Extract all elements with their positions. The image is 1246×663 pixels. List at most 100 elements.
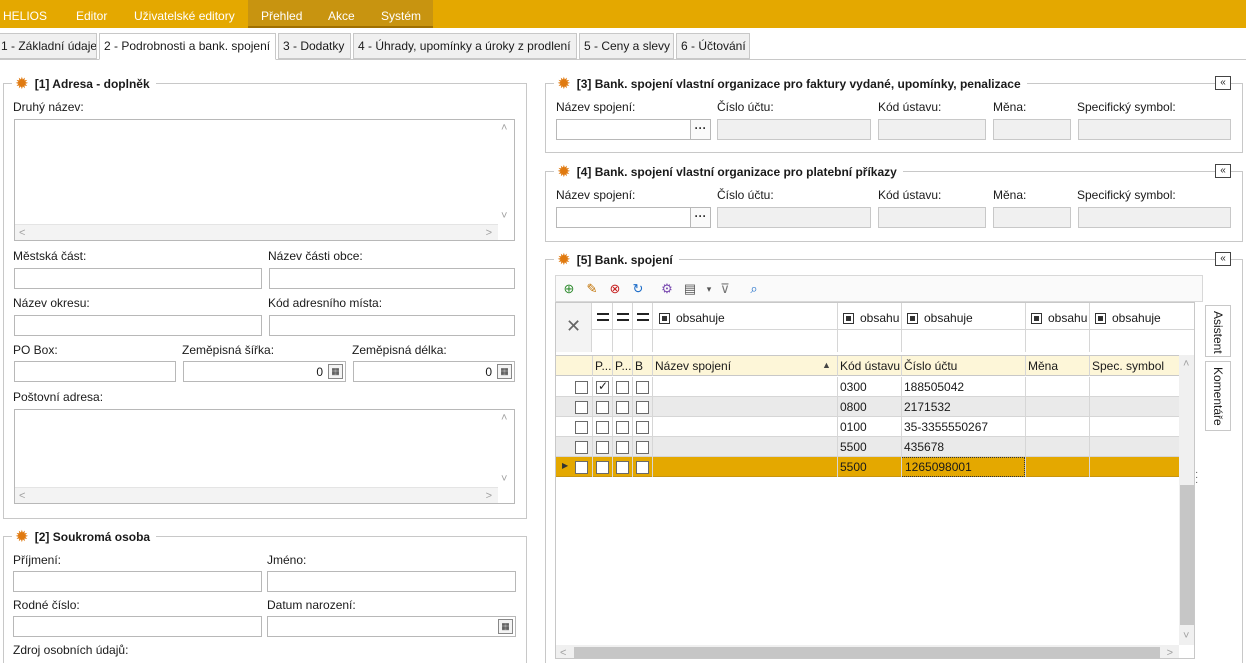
- scroll-thumb[interactable]: [1180, 485, 1194, 625]
- postovni-adresa-memo[interactable]: ˄ ˅ < >: [14, 409, 515, 504]
- row-p2-checkbox[interactable]: [616, 421, 629, 434]
- splitter-grip-icon[interactable]: · · ·: [1195, 468, 1198, 488]
- equals-operator-icon[interactable]: [617, 313, 629, 321]
- row-p2-checkbox[interactable]: [616, 401, 629, 414]
- calculator-icon[interactable]: ▦: [328, 364, 343, 379]
- table-row[interactable]: 0300 188505042: [556, 377, 1180, 397]
- vertical-scrollbar[interactable]: ˄ ˅: [498, 120, 514, 224]
- row-select-checkbox[interactable]: [575, 381, 588, 394]
- grid-vertical-scrollbar[interactable]: ˄ ˅: [1179, 355, 1194, 645]
- menu-akce[interactable]: Akce: [328, 0, 355, 28]
- filter-operator-icon[interactable]: [659, 313, 670, 324]
- prijmeni-input[interactable]: [13, 571, 262, 592]
- filter-nazev-text[interactable]: obsahuje: [673, 308, 833, 328]
- filter-kod-text[interactable]: obsahu: [857, 308, 901, 328]
- tab-podrobnosti[interactable]: 2 - Podrobnosti a bank. spojení: [99, 33, 276, 60]
- mestska-cast-input[interactable]: [14, 268, 262, 289]
- scroll-right-icon[interactable]: >: [486, 490, 492, 502]
- row-b-checkbox[interactable]: [636, 421, 649, 434]
- col-b-header[interactable]: B: [632, 356, 652, 376]
- tab-zakladni-udaje[interactable]: 1 - Základní údaje: [0, 33, 97, 59]
- settings-icon[interactable]: ⚙: [658, 280, 676, 298]
- horizontal-scrollbar[interactable]: < >: [15, 487, 498, 503]
- calculator-icon[interactable]: ▦: [497, 364, 512, 379]
- menu-editor[interactable]: Editor: [76, 0, 107, 28]
- nazev-spojeni-input[interactable]: ···: [556, 207, 711, 228]
- col-mena-header[interactable]: Měna: [1025, 356, 1089, 376]
- row-p2-checkbox[interactable]: [616, 441, 629, 454]
- col-nazev-header[interactable]: Název spojení: [652, 356, 822, 376]
- table-row[interactable]: 0800 2171532: [556, 397, 1180, 417]
- cell-cislo-uctu[interactable]: 1265098001: [901, 457, 1025, 477]
- row-select-checkbox[interactable]: [575, 441, 588, 454]
- nazev-casti-obce-input[interactable]: [269, 268, 515, 289]
- col-p2-header[interactable]: P...: [612, 356, 632, 376]
- table-row[interactable]: 0100 35-3355550267: [556, 417, 1180, 437]
- zemepisna-delka-input[interactable]: 0 ▦: [353, 361, 515, 382]
- druhy-nazev-memo[interactable]: ˄ ˅ < >: [14, 119, 515, 241]
- menu-uzivatelske-editory[interactable]: Uživatelské editory: [134, 0, 235, 28]
- tab-ceny-slevy[interactable]: 5 - Ceny a slevy: [579, 33, 674, 59]
- row-p1-checkbox[interactable]: [596, 401, 609, 414]
- menu-system[interactable]: Systém: [381, 0, 421, 28]
- table-row[interactable]: 5500 435678: [556, 437, 1180, 457]
- clear-filter-cell[interactable]: ✕: [556, 303, 592, 352]
- row-p1-checkbox[interactable]: [596, 379, 609, 394]
- kod-adresniho-mista-input[interactable]: [269, 315, 515, 336]
- filter-spec-text[interactable]: obsahuje: [1109, 308, 1179, 328]
- nazev-okresu-input[interactable]: [14, 315, 262, 336]
- side-tab-asistent[interactable]: Asistent: [1205, 305, 1231, 357]
- collapse-icon[interactable]: «: [1215, 252, 1231, 266]
- close-icon[interactable]: ✕: [566, 316, 581, 337]
- grid-horizontal-scrollbar[interactable]: < >: [556, 645, 1179, 658]
- scroll-down-icon[interactable]: ˅: [1183, 630, 1189, 642]
- row-select-checkbox[interactable]: [575, 421, 588, 434]
- tab-uhrady[interactable]: 4 - Úhrady, upomínky a úroky z prodlení: [353, 33, 577, 59]
- row-b-checkbox[interactable]: [636, 441, 649, 454]
- clear-filter-icon[interactable]: ⊽: [716, 280, 734, 298]
- lookup-button[interactable]: ···: [690, 208, 710, 227]
- row-p1-checkbox[interactable]: [596, 421, 609, 434]
- row-p2-checkbox[interactable]: [616, 381, 629, 394]
- horizontal-scrollbar[interactable]: < >: [15, 224, 498, 240]
- collapse-icon[interactable]: «: [1215, 164, 1231, 178]
- row-p1-checkbox[interactable]: [596, 441, 609, 454]
- menu-helios[interactable]: HELIOS: [3, 0, 47, 28]
- row-p1-checkbox[interactable]: [596, 461, 609, 474]
- filter-cislo-text[interactable]: obsahuje: [921, 308, 1021, 328]
- equals-operator-icon[interactable]: [597, 313, 609, 321]
- equals-operator-icon[interactable]: [637, 313, 649, 321]
- refresh-icon[interactable]: ↻: [629, 280, 647, 298]
- scroll-up-icon[interactable]: ˄: [1183, 358, 1189, 370]
- filter-mena-text[interactable]: obsahu: [1045, 308, 1087, 328]
- scroll-down-icon[interactable]: ˅: [501, 210, 507, 222]
- scroll-right-icon[interactable]: >: [486, 227, 492, 239]
- row-select-checkbox[interactable]: [575, 401, 588, 414]
- filter-operator-icon[interactable]: [1095, 313, 1106, 324]
- scroll-left-icon[interactable]: <: [19, 490, 25, 502]
- scroll-right-icon[interactable]: >: [1167, 647, 1173, 658]
- tab-uctovani[interactable]: 6 - Účtování: [676, 33, 750, 59]
- menu-prehled[interactable]: Přehled: [261, 0, 302, 28]
- scroll-down-icon[interactable]: ˅: [501, 473, 507, 485]
- table-row-selected[interactable]: ▶ 5500 1265098001: [556, 457, 1180, 477]
- row-b-checkbox[interactable]: [636, 461, 649, 474]
- edit-record-icon[interactable]: ✎: [583, 280, 601, 298]
- scroll-up-icon[interactable]: ˄: [501, 122, 507, 134]
- side-tab-komentare[interactable]: Komentáře: [1205, 361, 1231, 431]
- row-p2-checkbox[interactable]: [616, 461, 629, 474]
- rodne-cislo-input[interactable]: [13, 616, 262, 637]
- row-b-checkbox[interactable]: [636, 381, 649, 394]
- tab-dodatky[interactable]: 3 - Dodatky: [278, 33, 351, 59]
- datum-narozeni-input[interactable]: ▦: [267, 616, 516, 637]
- lookup-button[interactable]: ···: [690, 120, 710, 139]
- row-select-checkbox[interactable]: [575, 461, 588, 474]
- scroll-thumb[interactable]: [574, 647, 1160, 658]
- col-spec-header[interactable]: Spec. symbol: [1089, 356, 1180, 376]
- calendar-icon[interactable]: ▦: [498, 619, 513, 634]
- search-icon[interactable]: ⌕: [745, 280, 763, 298]
- delete-record-icon[interactable]: ⊗: [606, 280, 624, 298]
- po-box-input[interactable]: [14, 361, 176, 382]
- jmeno-input[interactable]: [267, 571, 516, 592]
- col-p1-header[interactable]: P...: [592, 356, 612, 376]
